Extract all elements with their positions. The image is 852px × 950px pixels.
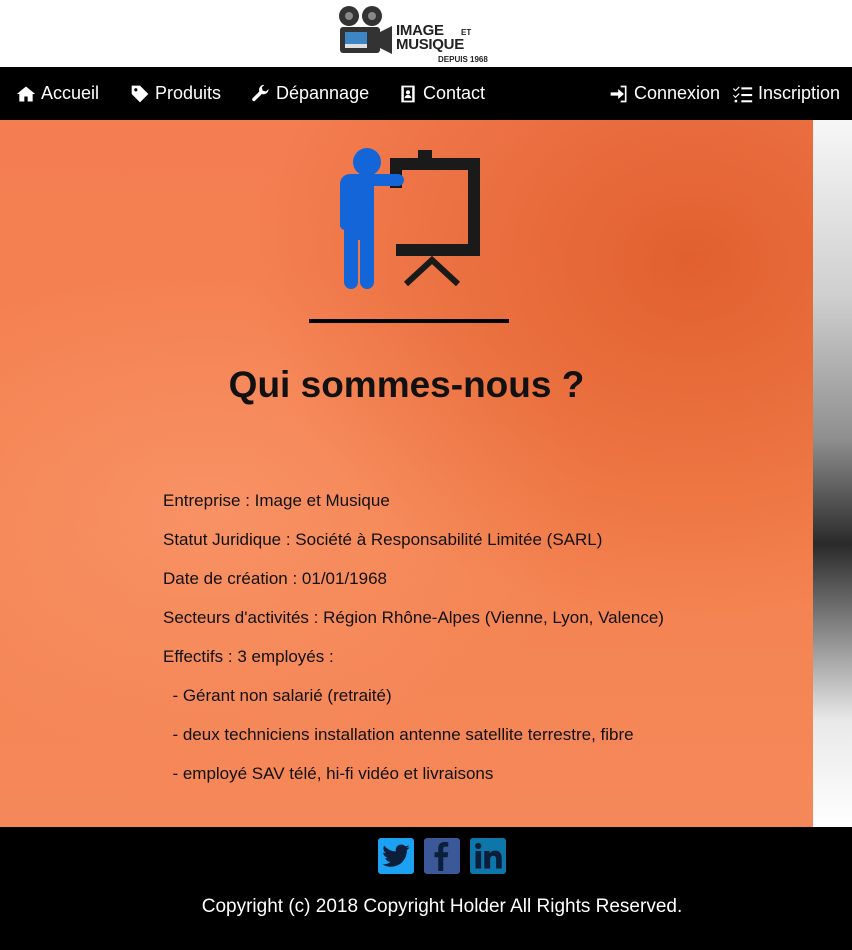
company-info: Entreprise : Image et Musique Statut Jur…	[163, 489, 783, 801]
nav-label: Contact	[423, 83, 486, 103]
nav-label: Accueil	[41, 83, 100, 103]
logo-since: DEPUIS 1968	[438, 55, 488, 64]
info-staff-item: - Gérant non salarié (retraité)	[163, 686, 392, 705]
nav-contact[interactable]: Contact	[398, 67, 485, 120]
twitter-link[interactable]	[378, 838, 414, 874]
linkedin-icon	[475, 842, 502, 869]
facebook-icon	[434, 842, 449, 871]
info-creation-date: Date de création : 01/01/1968	[163, 569, 387, 588]
copyright-text: Copyright (c) 2018 Copyright Holder All …	[201, 896, 683, 917]
nav-connexion[interactable]: Connexion	[609, 67, 720, 120]
nav-label: Produits	[155, 83, 222, 103]
nav-label: Dépannage	[276, 83, 370, 103]
sign-in-icon	[610, 85, 627, 102]
linkedin-link[interactable]	[470, 838, 506, 874]
background-photo-edge	[813, 120, 852, 827]
info-legal-status: Statut Juridique : Société à Responsabil…	[163, 530, 603, 549]
info-staff-item: - employé SAV télé, hi-fi vidéo et livra…	[163, 764, 494, 783]
footer: Copyright (c) 2018 Copyright Holder All …	[0, 827, 852, 950]
wrench-icon	[252, 84, 269, 101]
checklist-icon	[733, 86, 753, 102]
nav-label: Inscription	[758, 83, 841, 103]
nav-produits[interactable]: Produits	[130, 67, 221, 120]
social-links	[378, 838, 516, 874]
logo-line-2: MUSIQUE	[396, 36, 464, 53]
tag-icon	[131, 85, 149, 102]
nav-depannage[interactable]: Dépannage	[251, 67, 369, 120]
nav-inscription[interactable]: Inscription	[733, 67, 840, 120]
main-navbar: Accueil Produits Dépannage Contact Conne…	[0, 67, 852, 120]
twitter-icon	[382, 844, 410, 867]
info-staff: Effectifs : 3 employés :	[163, 647, 334, 666]
site-logo[interactable]: IMAGE MUSIQUE ET DEPUIS 1968	[336, 4, 496, 64]
header-logo-bar: IMAGE MUSIQUE ET DEPUIS 1968	[0, 0, 852, 67]
film-camera-icon	[339, 6, 392, 54]
info-sectors: Secteurs d'activités : Région Rhône-Alpe…	[163, 608, 664, 627]
about-section: Qui sommes-nous ? Entreprise : Image et …	[0, 120, 852, 827]
logo-wordmark: IMAGE MUSIQUE	[396, 23, 464, 53]
home-icon	[16, 86, 36, 101]
contact-card-icon	[401, 85, 415, 102]
presenter-board-icon	[340, 148, 480, 289]
nav-accueil[interactable]: Accueil	[16, 67, 99, 120]
info-company: Entreprise : Image et Musique	[163, 491, 390, 510]
nav-label: Connexion	[634, 83, 721, 103]
facebook-link[interactable]	[424, 838, 460, 874]
info-staff-item: - deux techniciens installation antenne …	[163, 725, 634, 744]
page-title: Qui sommes-nous ?	[228, 364, 585, 405]
title-divider	[309, 319, 509, 323]
logo-et: ET	[461, 28, 472, 37]
